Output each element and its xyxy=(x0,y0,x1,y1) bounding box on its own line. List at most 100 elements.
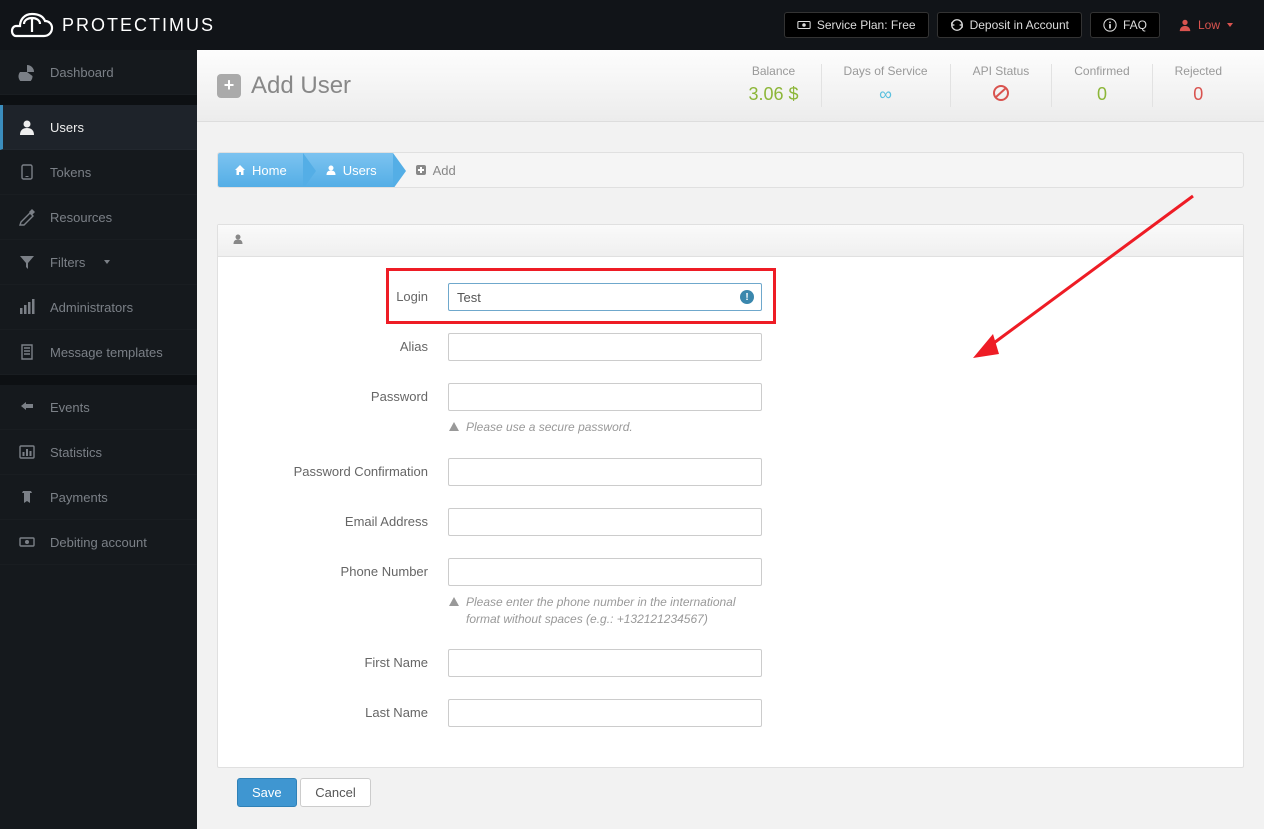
stat-label: API Status xyxy=(973,64,1030,78)
first-name-label: First Name xyxy=(248,649,448,670)
stat-value: 3.06 $ xyxy=(748,84,798,105)
breadcrumb-users[interactable]: Users xyxy=(303,153,393,187)
refresh-icon xyxy=(950,18,964,32)
divider xyxy=(0,375,197,385)
breadcrumb: Home Users Add xyxy=(217,152,1244,188)
breadcrumb-label: Home xyxy=(252,163,287,178)
deposit-label: Deposit in Account xyxy=(970,18,1069,32)
sidebar-label: Payments xyxy=(50,490,108,505)
account-dropdown[interactable]: Low xyxy=(1168,13,1244,37)
row-password-confirm: Password Confirmation xyxy=(248,458,1213,486)
message-templates-icon xyxy=(18,343,36,361)
stat-days: Days of Service ∞ xyxy=(821,64,950,107)
breadcrumb-label: Users xyxy=(343,163,377,178)
sidebar-item-debiting[interactable]: Debiting account xyxy=(0,520,197,565)
sidebar-label: Debiting account xyxy=(50,535,147,550)
stats: Balance 3.06 $ Days of Service ∞ API Sta… xyxy=(726,64,1244,107)
sidebar-label: Users xyxy=(50,120,84,135)
password-label: Password xyxy=(248,383,448,404)
events-icon xyxy=(18,398,36,416)
sidebar-item-events[interactable]: Events xyxy=(0,385,197,430)
save-button[interactable]: Save xyxy=(237,778,297,807)
login-label: Login xyxy=(248,283,448,304)
alias-input[interactable] xyxy=(448,333,762,361)
sidebar-item-payments[interactable]: Payments xyxy=(0,475,197,520)
password-hint: Please use a secure password. xyxy=(448,419,762,436)
info-badge-icon[interactable]: ! xyxy=(740,290,754,304)
stat-balance: Balance 3.06 $ xyxy=(726,64,820,107)
panel-head xyxy=(218,225,1243,257)
sidebar-item-administrators[interactable]: Administrators xyxy=(0,285,197,330)
sidebar-label: Tokens xyxy=(50,165,91,180)
hint-text: Please enter the phone number in the int… xyxy=(466,594,762,628)
breadcrumb-home[interactable]: Home xyxy=(218,153,303,187)
stat-label: Confirmed xyxy=(1074,64,1129,78)
faq-label: FAQ xyxy=(1123,18,1147,32)
debiting-icon xyxy=(18,533,36,551)
stat-value: 0 xyxy=(1074,84,1129,105)
chevron-down-icon xyxy=(103,258,111,266)
sidebar-item-message-templates[interactable]: Message templates xyxy=(0,330,197,375)
password-confirm-label: Password Confirmation xyxy=(248,458,448,479)
email-input[interactable] xyxy=(448,508,762,536)
warning-icon xyxy=(448,596,460,608)
row-alias: Alias xyxy=(248,333,1213,361)
password-confirm-input[interactable] xyxy=(448,458,762,486)
sidebar-label: Dashboard xyxy=(50,65,114,80)
breadcrumb-label: Add xyxy=(433,163,456,178)
main: + Add User Balance 3.06 $ Days of Servic… xyxy=(197,50,1264,829)
sidebar-label: Resources xyxy=(50,210,112,225)
sidebar-item-resources[interactable]: Resources xyxy=(0,195,197,240)
sidebar-item-filters[interactable]: Filters xyxy=(0,240,197,285)
statistics-icon xyxy=(18,443,36,461)
stat-api: API Status xyxy=(950,64,1052,107)
phone-input[interactable] xyxy=(448,558,762,586)
sidebar-label: Events xyxy=(50,400,90,415)
login-input[interactable] xyxy=(448,283,762,311)
content: Home Users Add Login xyxy=(197,122,1264,829)
stat-label: Balance xyxy=(748,64,798,78)
sidebar-label: Statistics xyxy=(50,445,102,460)
stat-label: Rejected xyxy=(1175,64,1222,78)
service-plan-label: Service Plan: Free xyxy=(817,18,916,32)
money-icon xyxy=(797,18,811,32)
sidebar-item-tokens[interactable]: Tokens xyxy=(0,150,197,195)
logo-text: PROTECTIMUS xyxy=(62,15,215,36)
form-panel: Login ! Alias Password xyxy=(217,224,1244,768)
topbar: PROTECTIMUS Service Plan: Free Deposit i… xyxy=(0,0,1264,50)
sidebar-item-statistics[interactable]: Statistics xyxy=(0,430,197,475)
service-plan-button[interactable]: Service Plan: Free xyxy=(784,12,929,38)
first-name-input[interactable] xyxy=(448,649,762,677)
dashboard-icon xyxy=(18,63,36,81)
stat-api-icon xyxy=(973,84,1030,107)
tokens-icon xyxy=(18,163,36,181)
sidebar: Dashboard Users Tokens Resources Filters… xyxy=(0,50,197,829)
page-header: + Add User Balance 3.06 $ Days of Servic… xyxy=(197,50,1264,122)
deposit-button[interactable]: Deposit in Account xyxy=(937,12,1082,38)
user-icon xyxy=(1178,18,1192,32)
logo[interactable]: PROTECTIMUS xyxy=(10,10,215,40)
sidebar-item-dashboard[interactable]: Dashboard xyxy=(0,50,197,95)
user-icon xyxy=(325,164,337,176)
email-label: Email Address xyxy=(248,508,448,529)
warning-icon xyxy=(448,421,460,433)
resources-icon xyxy=(18,208,36,226)
faq-button[interactable]: FAQ xyxy=(1090,12,1160,38)
payments-icon xyxy=(18,488,36,506)
sidebar-label: Administrators xyxy=(50,300,133,315)
form-actions: Save Cancel xyxy=(217,768,1244,827)
info-icon xyxy=(1103,18,1117,32)
password-input[interactable] xyxy=(448,383,762,411)
stat-confirmed: Confirmed 0 xyxy=(1051,64,1151,107)
last-name-input[interactable] xyxy=(448,699,762,727)
row-email: Email Address xyxy=(248,508,1213,536)
chevron-down-icon xyxy=(1226,21,1234,29)
cancel-button[interactable]: Cancel xyxy=(300,778,370,807)
sidebar-item-users[interactable]: Users xyxy=(0,105,197,150)
stat-value: ∞ xyxy=(844,84,928,105)
row-last-name: Last Name xyxy=(248,699,1213,727)
phone-label: Phone Number xyxy=(248,558,448,579)
home-icon xyxy=(234,164,246,176)
administrators-icon xyxy=(18,298,36,316)
stat-value: 0 xyxy=(1175,84,1222,105)
